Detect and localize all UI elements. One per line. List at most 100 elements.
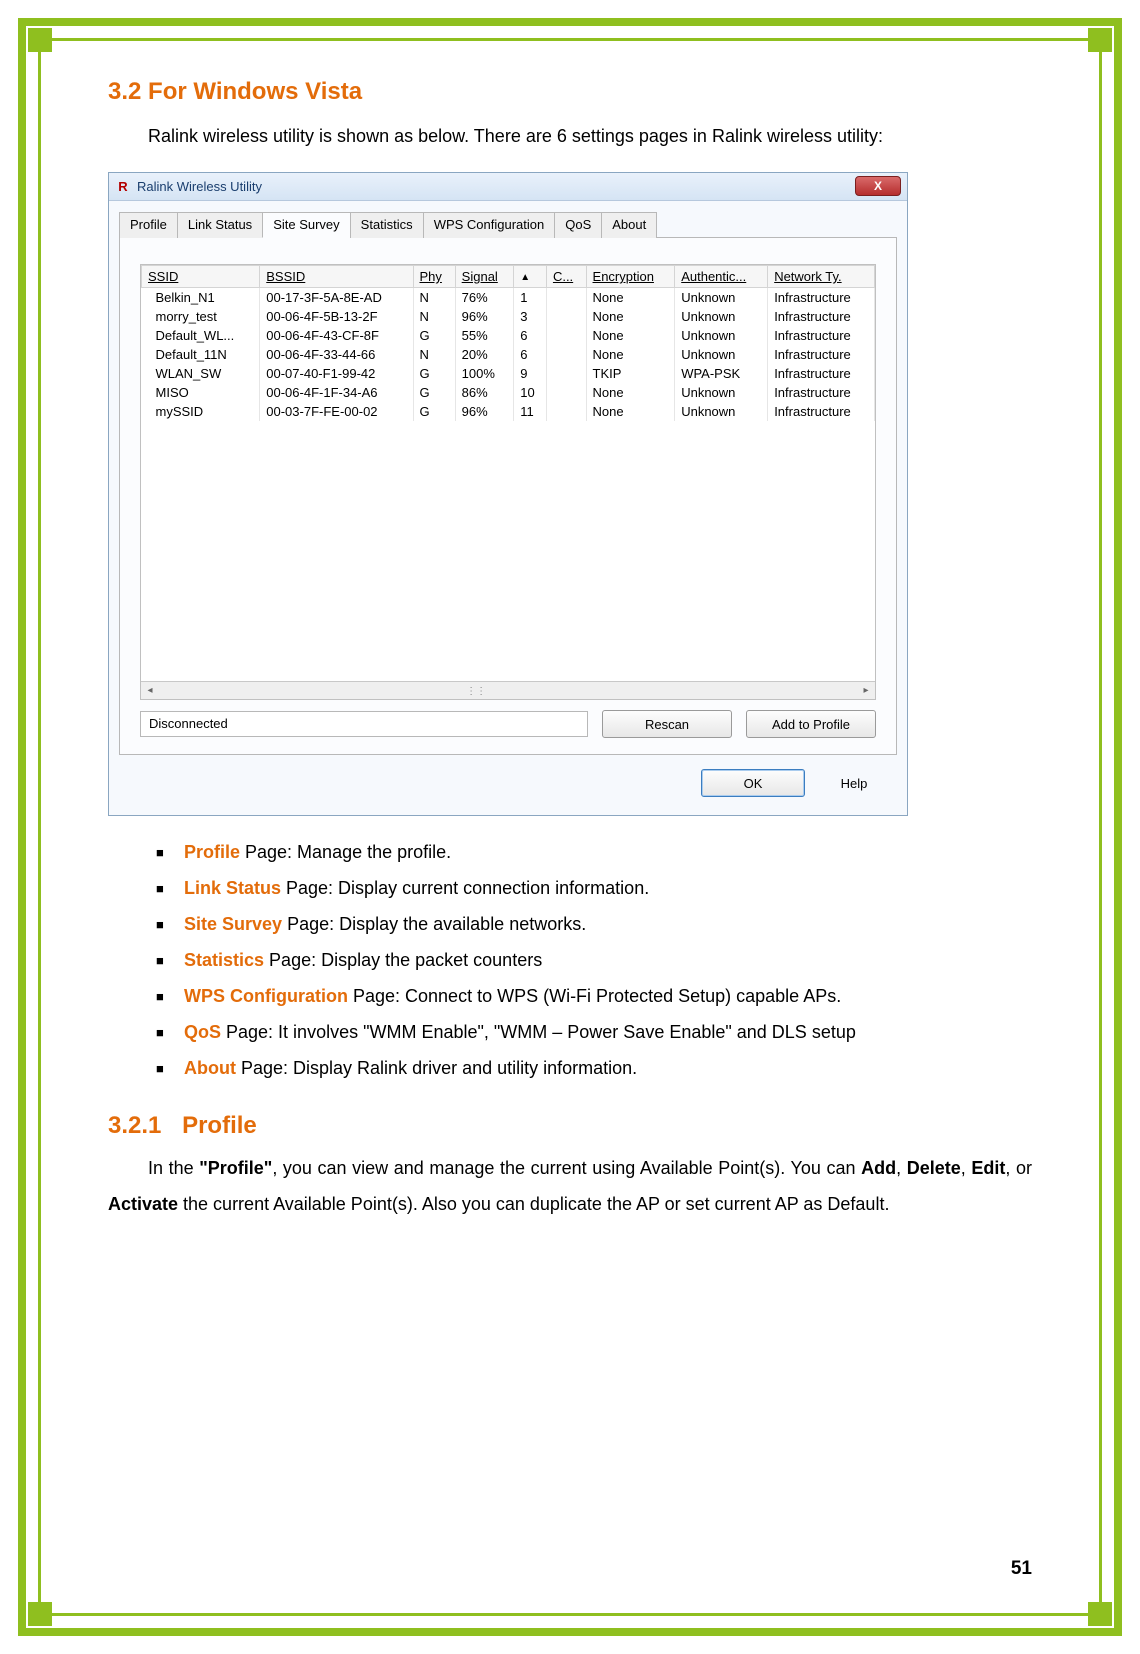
table-cell: MISO: [142, 383, 260, 402]
table-row[interactable]: MISO00-06-4F-1F-34-A6G86%10NoneUnknownIn…: [142, 383, 875, 402]
table-cell: 55%: [455, 326, 514, 345]
tab-wps-configuration[interactable]: WPS Configuration: [423, 212, 556, 238]
feature-label: Statistics: [184, 950, 264, 970]
table-cell: 86%: [455, 383, 514, 402]
table-row[interactable]: Default_11N00-06-4F-33-44-66N20%6NoneUnk…: [142, 345, 875, 364]
feature-label: Profile: [184, 842, 240, 862]
close-icon: X: [874, 179, 882, 193]
table-cell: [546, 364, 586, 383]
table-cell: Infrastructure: [768, 326, 875, 345]
table-cell: 96%: [455, 402, 514, 421]
page-corner-br: [1088, 1602, 1112, 1626]
column-header[interactable]: Network Ty.: [768, 266, 875, 288]
scroll-right-arrow-icon[interactable]: ▸: [857, 682, 875, 700]
feature-desc: Page: Manage the profile.: [240, 842, 451, 862]
table-cell: Infrastructure: [768, 383, 875, 402]
bold-text: "Profile": [199, 1158, 272, 1178]
table-cell: G: [413, 364, 455, 383]
table-cell: Belkin_N1: [142, 288, 260, 308]
feature-item: About Page: Display Ralink driver and ut…: [156, 1050, 1032, 1086]
feature-label: QoS: [184, 1022, 221, 1042]
feature-label: About: [184, 1058, 236, 1078]
table-cell: 96%: [455, 307, 514, 326]
feature-desc: Page: Display the packet counters: [264, 950, 542, 970]
column-header[interactable]: ▲: [514, 266, 547, 288]
page-corner-tr: [1088, 28, 1112, 52]
table-row[interactable]: mySSID00-03-7F-FE-00-02G96%11NoneUnknown…: [142, 402, 875, 421]
close-button[interactable]: X: [855, 176, 901, 196]
column-header[interactable]: SSID: [142, 266, 260, 288]
table-cell: 10: [514, 383, 547, 402]
column-header[interactable]: C...: [546, 266, 586, 288]
table-row[interactable]: WLAN_SW00-07-40-F1-99-42G100%9TKIPWPA-PS…: [142, 364, 875, 383]
tab-site-survey[interactable]: Site Survey: [262, 212, 350, 238]
tab-qos[interactable]: QoS: [554, 212, 602, 238]
column-header[interactable]: BSSID: [260, 266, 413, 288]
site-survey-list: SSIDBSSIDPhySignal▲C...EncryptionAuthent…: [140, 264, 876, 700]
feature-label: Site Survey: [184, 914, 282, 934]
table-cell: Infrastructure: [768, 288, 875, 308]
help-button[interactable]: Help: [819, 769, 889, 797]
table-row[interactable]: Default_WL...00-06-4F-43-CF-8FG55%6NoneU…: [142, 326, 875, 345]
table-cell: TKIP: [586, 364, 675, 383]
tab-about[interactable]: About: [601, 212, 657, 238]
intro-paragraph: Ralink wireless utility is shown as belo…: [108, 118, 1032, 154]
scroll-left-arrow-icon[interactable]: ◂: [141, 682, 159, 700]
table-cell: morry_test: [142, 307, 260, 326]
table-cell: 6: [514, 326, 547, 345]
window-titlebar: R Ralink Wireless Utility X: [109, 173, 907, 201]
page-content: 3.2 For Windows Vista Ralink wireless ut…: [108, 78, 1032, 1576]
table-cell: 00-06-4F-33-44-66: [260, 345, 413, 364]
subsection-heading: 3.2.1 Profile: [108, 1112, 1032, 1140]
column-header[interactable]: Signal: [455, 266, 514, 288]
add-to-profile-button[interactable]: Add to Profile: [746, 710, 876, 738]
window-title: Ralink Wireless Utility: [137, 179, 262, 194]
section-number: 3.2: [108, 78, 141, 105]
column-header[interactable]: Encryption: [586, 266, 675, 288]
table-cell: 00-03-7F-FE-00-02: [260, 402, 413, 421]
table-cell: WPA-PSK: [675, 364, 768, 383]
rescan-button[interactable]: Rescan: [602, 710, 732, 738]
table-cell: Default_11N: [142, 345, 260, 364]
section-heading: 3.2 For Windows Vista: [108, 78, 1032, 106]
column-header[interactable]: Authentic...: [675, 266, 768, 288]
page-number: 51: [1011, 1558, 1032, 1580]
tab-profile[interactable]: Profile: [119, 212, 178, 238]
feature-desc: Page: Connect to WPS (Wi-Fi Protected Se…: [348, 986, 841, 1006]
horizontal-scrollbar[interactable]: ◂ ⋮⋮ ▸: [141, 681, 875, 699]
tab-link-status[interactable]: Link Status: [177, 212, 263, 238]
table-cell: None: [586, 383, 675, 402]
column-header[interactable]: Phy: [413, 266, 455, 288]
feature-item: WPS Configuration Page: Connect to WPS (…: [156, 978, 1032, 1014]
table-cell: Unknown: [675, 345, 768, 364]
feature-desc: Page: Display Ralink driver and utility …: [236, 1058, 637, 1078]
table-cell: Unknown: [675, 288, 768, 308]
tab-statistics[interactable]: Statistics: [350, 212, 424, 238]
table-cell: WLAN_SW: [142, 364, 260, 383]
table-cell: Default_WL...: [142, 326, 260, 345]
feature-item: Statistics Page: Display the packet coun…: [156, 942, 1032, 978]
table-row[interactable]: Belkin_N100-17-3F-5A-8E-ADN76%1NoneUnkno…: [142, 288, 875, 308]
table-cell: N: [413, 345, 455, 364]
feature-desc: Page: It involves "WMM Enable", "WMM – P…: [221, 1022, 856, 1042]
bold-text: Edit: [971, 1158, 1005, 1178]
table-cell: N: [413, 307, 455, 326]
table-cell: [546, 307, 586, 326]
scroll-track[interactable]: ⋮⋮: [159, 682, 857, 699]
ok-button[interactable]: OK: [701, 769, 805, 797]
window-body: ProfileLink StatusSite SurveyStatisticsW…: [109, 201, 907, 815]
feature-label: WPS Configuration: [184, 986, 348, 1006]
table-cell: G: [413, 383, 455, 402]
bold-text: Add: [861, 1158, 896, 1178]
feature-item: Site Survey Page: Display the available …: [156, 906, 1032, 942]
text: , you can view and manage the current us…: [272, 1158, 861, 1178]
table-row[interactable]: morry_test00-06-4F-5B-13-2FN96%3NoneUnkn…: [142, 307, 875, 326]
table-cell: [546, 288, 586, 308]
subsection-number: 3.2.1: [108, 1112, 161, 1139]
table-cell: None: [586, 345, 675, 364]
tab-panel-site-survey: SSIDBSSIDPhySignal▲C...EncryptionAuthent…: [119, 238, 897, 755]
table-cell: [546, 383, 586, 402]
section-title: For Windows Vista: [148, 78, 362, 105]
text: ,: [961, 1158, 972, 1178]
table-cell: Infrastructure: [768, 307, 875, 326]
